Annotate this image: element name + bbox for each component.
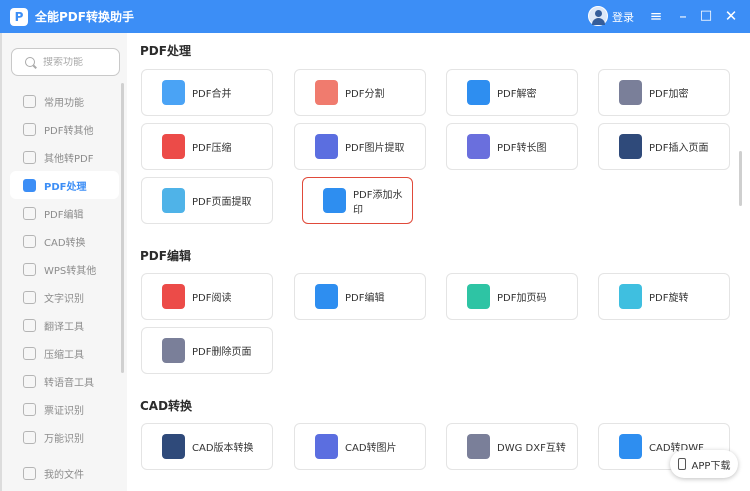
app-logo-icon: P [10,7,28,26]
scan-icon [23,430,36,444]
long-image-icon [467,134,490,159]
sidebar-item-pdf-process[interactable]: PDF处理 [10,171,119,199]
card-cad-to-image[interactable]: CAD转图片 [294,423,426,470]
login-link[interactable]: 登录 [612,9,634,25]
trash-icon [162,338,185,363]
section-title-pdf-edit: PDF编辑 [140,249,191,263]
card-pdf-decrypt[interactable]: PDF解密 [446,69,578,116]
card-pdf-rotate[interactable]: PDF旋转 [598,273,730,320]
pen-icon [315,284,338,309]
sidebar-item-wps[interactable]: WPS转其他 [2,255,127,283]
close-icon[interactable]: ✕ [721,6,741,26]
section-title-pdf-process: PDF处理 [140,44,191,58]
cad-icon [23,234,36,248]
pdf-export-icon [23,122,36,136]
sidebar-nav: 常用功能 PDF转其他 其他转PDF PDF处理 PDF编辑 CAD转换 WPS… [2,87,127,487]
sidebar-item-ticket[interactable]: 票证识别 [2,395,127,423]
card-pdf-page-extract[interactable]: PDF页面提取 [141,177,273,224]
card-pdf-image-extract[interactable]: PDF图片提取 [294,123,426,170]
split-icon [315,80,338,105]
sidebar-item-cad[interactable]: CAD转换 [2,227,127,255]
ticket-icon [23,402,36,416]
card-pdf-edit[interactable]: PDF编辑 [294,273,426,320]
card-pdf-encrypt[interactable]: PDF加密 [598,69,730,116]
sidebar-item-other-to-pdf[interactable]: 其他转PDF [2,143,127,171]
pdf-edit-icon [23,206,36,220]
sidebar-item-compress[interactable]: 压缩工具 [2,339,127,367]
sidebar-item-tts[interactable]: 转语音工具 [2,367,127,395]
card-pdf-insert-page[interactable]: PDF插入页面 [598,123,730,170]
book-icon [162,284,185,309]
folder-icon [23,466,36,480]
sidebar-item-common[interactable]: 常用功能 [2,87,127,115]
app-title: 全能PDF转换助手 [35,10,134,24]
cad-dwf-icon [619,434,642,459]
unlock-icon [467,80,490,105]
sidebar-item-pdf-edit[interactable]: PDF编辑 [2,199,127,227]
insert-page-icon [619,134,642,159]
translate-icon [23,318,36,332]
page-extract-icon [162,188,185,213]
card-dwg-dxf[interactable]: DWG DXF互转 [446,423,578,470]
zip-icon [162,134,185,159]
card-cad-version[interactable]: CAD版本转换 [141,423,273,470]
card-pdf-merge[interactable]: PDF合并 [141,69,273,116]
main-scrollbar[interactable] [739,151,742,206]
search-box[interactable] [11,48,120,76]
app-download-button[interactable]: APP下载 [670,450,738,478]
rotate-icon [619,284,642,309]
pdf-process-icon [23,178,36,192]
search-icon [25,57,35,67]
dwg-dxf-icon [467,434,490,459]
card-pdf-delete-page[interactable]: PDF删除页面 [141,327,273,374]
image-icon [315,134,338,159]
title-bar: P 全能PDF转换助手 登录 ≡ – □ ✕ [0,0,750,33]
merge-icon [162,80,185,105]
sidebar: 常用功能 PDF转其他 其他转PDF PDF处理 PDF编辑 CAD转换 WPS… [0,33,127,491]
main-content: PDF处理 PDF合并 PDF分割 PDF解密 PDF加密 PDF压缩 PDF图… [127,33,750,491]
phone-icon [677,458,686,470]
cad-version-icon [162,434,185,459]
compress-icon [23,346,36,360]
lock-icon [619,80,642,105]
card-pdf-page-number[interactable]: PDF加页码 [446,273,578,320]
card-pdf-compress[interactable]: PDF压缩 [141,123,273,170]
text-ocr-icon [23,290,36,304]
voice-icon [23,374,36,388]
cad-image-icon [315,434,338,459]
menu-icon[interactable]: ≡ [646,6,666,26]
sidebar-item-pdf-to-other[interactable]: PDF转其他 [2,115,127,143]
sidebar-scrollbar[interactable] [121,83,124,373]
minimize-icon[interactable]: – [673,6,693,26]
sidebar-item-universal[interactable]: 万能识别 [2,423,127,451]
add-page-number-icon [467,284,490,309]
wps-icon [23,262,36,276]
card-pdf-long-image[interactable]: PDF转长图 [446,123,578,170]
sidebar-item-translate[interactable]: 翻译工具 [2,311,127,339]
user-avatar[interactable] [588,6,608,26]
star-icon [23,94,36,108]
pdf-import-icon [23,150,36,164]
section-title-cad: CAD转换 [140,399,193,413]
card-pdf-split[interactable]: PDF分割 [294,69,426,116]
maximize-icon[interactable]: □ [696,6,716,26]
search-input[interactable] [43,56,113,68]
card-pdf-read[interactable]: PDF阅读 [141,273,273,320]
sidebar-item-ocr[interactable]: 文字识别 [2,283,127,311]
sidebar-item-my-files[interactable]: 我的文件 [2,459,127,487]
card-pdf-watermark[interactable]: PDF添加水印 [302,177,413,224]
stamp-icon [323,188,346,213]
